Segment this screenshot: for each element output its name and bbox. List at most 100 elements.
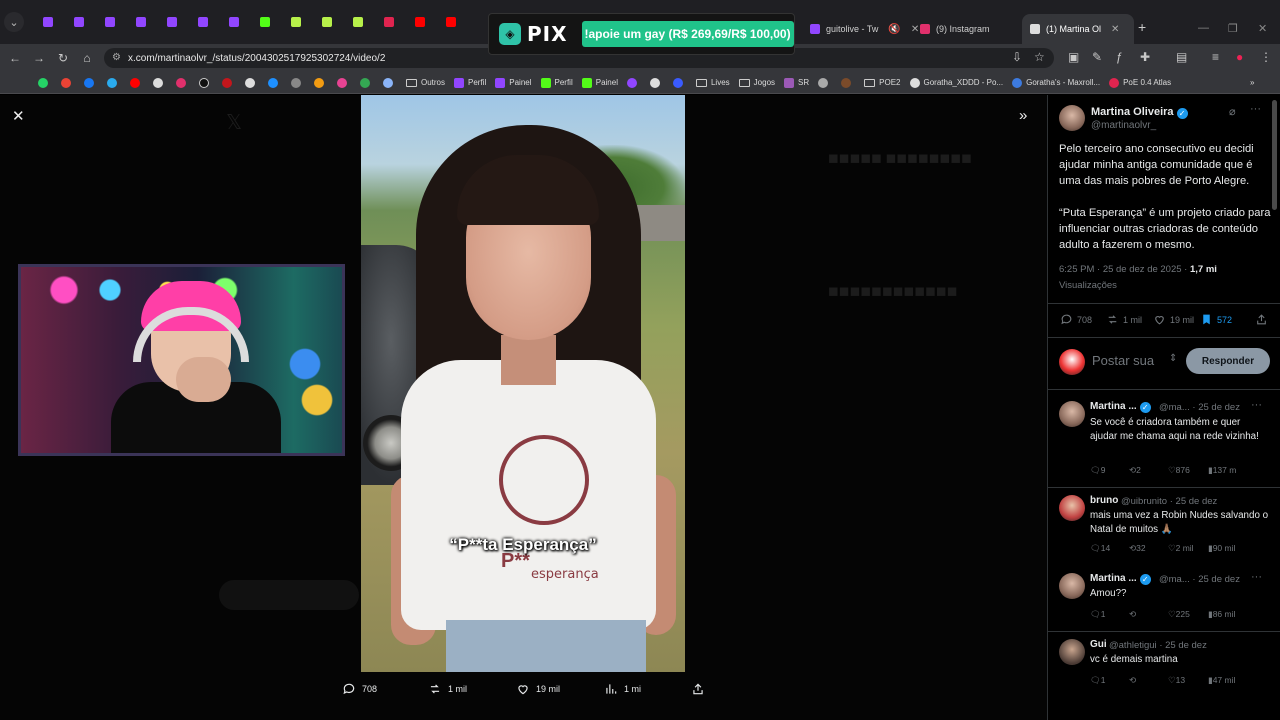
pinned-tab[interactable] — [435, 8, 466, 36]
bookmark-game2[interactable] — [841, 77, 855, 88]
post-time[interactable]: 6:25 PM · 25 de dez de 2025 · — [1059, 264, 1190, 275]
bookmark-obs[interactable] — [649, 77, 664, 88]
avatar[interactable] — [1059, 401, 1085, 427]
reply-likes[interactable]: ♡ 876 — [1168, 465, 1190, 476]
bookmark-telegram[interactable] — [107, 77, 121, 88]
install-icon[interactable]: ⇩ — [1012, 50, 1022, 64]
avatar[interactable] — [1059, 349, 1085, 375]
close-window-icon[interactable]: ✕ — [1258, 22, 1267, 35]
menu-icon[interactable]: ⋮ — [1260, 50, 1272, 64]
bookmark-folder-poe2[interactable]: POE2 — [864, 78, 901, 87]
reply-item[interactable]: Martina ... ✓ @ma... · 25 de dez ··· Se v… — [1048, 397, 1280, 483]
tab-twitch[interactable]: guitolive - Tw 🔇 ✕ — [802, 14, 927, 44]
reply-reposts[interactable]: ⟲ — [1129, 675, 1136, 686]
pinned-tab[interactable] — [373, 8, 404, 36]
bookmark-mail[interactable] — [291, 77, 305, 88]
reply-views[interactable]: ▮ 90 mil — [1208, 543, 1235, 554]
pinned-tab[interactable] — [218, 8, 249, 36]
bookmark-painel[interactable]: Painel — [495, 77, 532, 88]
avatar[interactable] — [1059, 105, 1085, 131]
tab-search-chevron-icon[interactable]: ⌄ — [4, 12, 24, 32]
reply-item[interactable]: Gui @athletigui · 25 de dez vc é demais … — [1048, 637, 1280, 697]
reply-likes[interactable]: ♡ 2 mil — [1168, 543, 1194, 554]
reply-item[interactable]: Martina ... ✓ @ma... · 25 de dez ··· Amou… — [1048, 569, 1280, 625]
avatar[interactable] — [1059, 573, 1085, 599]
repost-action[interactable]: 1 mil — [428, 682, 467, 696]
reply-author[interactable]: Gui — [1090, 639, 1107, 650]
avatar[interactable] — [1059, 495, 1085, 521]
bookmark-red[interactable] — [222, 77, 236, 88]
pinned-tab[interactable] — [342, 8, 373, 36]
bookmark-steam[interactable] — [245, 77, 259, 88]
bookmark-instagram[interactable] — [176, 77, 190, 88]
video-player[interactable]: P** esperança “P**ta Esperança” — [361, 95, 685, 672]
bookmark-facebook[interactable] — [84, 77, 98, 88]
tab-x-active[interactable]: (1) Martina Ol ✕ — [1022, 14, 1134, 44]
bookmark-sr[interactable]: SR — [784, 77, 809, 88]
bookmark-streamlabs[interactable] — [672, 77, 687, 88]
close-tab-icon[interactable]: ✕ — [1111, 24, 1119, 35]
bookmark-perfil[interactable]: Perfil — [454, 77, 486, 88]
reply-replies[interactable]: 🗨 1 — [1090, 675, 1106, 686]
like-stat[interactable]: 19 mil — [1153, 313, 1194, 326]
pen-icon[interactable]: ✎ — [1092, 50, 1102, 64]
bookmark-maxroll[interactable]: Goratha's - Maxroll... — [1012, 77, 1100, 88]
bookmark-goratha[interactable]: Goratha_XDDD - Po... — [909, 77, 1003, 88]
extension-icon[interactable]: ▣ — [1068, 50, 1079, 64]
close-viewer-icon[interactable]: ✕ — [12, 107, 25, 125]
share-action[interactable] — [691, 682, 711, 696]
author-name[interactable]: Martina Oliveira ✓ — [1091, 106, 1188, 119]
bookmark-folder-jogos[interactable]: Jogos — [738, 78, 775, 87]
forward-icon[interactable]: → — [27, 51, 51, 65]
bookmark-youtube[interactable] — [130, 77, 144, 88]
reply-reposts[interactable]: ⟲ 2 — [1129, 465, 1141, 476]
reply-input[interactable]: Postar sua — [1092, 353, 1154, 368]
bookmark-pink[interactable] — [337, 77, 351, 88]
author-handle[interactable]: @martinaolvr_ — [1091, 120, 1156, 131]
reply-reposts[interactable]: ⟲ — [1129, 609, 1136, 620]
sidepanel-icon[interactable]: ▤ — [1176, 50, 1187, 64]
reply-author[interactable]: Martina ... ✓ — [1090, 401, 1151, 413]
reply-author[interactable]: Martina ... ✓ — [1090, 573, 1151, 585]
sidebar-scrollbar[interactable] — [1272, 100, 1277, 210]
views-action[interactable]: 1 mi — [604, 682, 641, 696]
reply-replies[interactable]: 🗨 1 — [1090, 609, 1106, 620]
minimize-icon[interactable]: — — [1198, 22, 1209, 34]
expand-panel-icon[interactable]: » — [1019, 107, 1027, 124]
like-action[interactable]: 19 mil — [516, 682, 560, 696]
pinned-tab[interactable] — [249, 8, 280, 36]
reply-replies[interactable]: 🗨 9 — [1090, 465, 1106, 476]
media-icon[interactable]: ≡ — [1212, 50, 1219, 64]
puzzle-icon[interactable]: ✚ — [1140, 50, 1150, 64]
reply-views[interactable]: ▮ 47 mil — [1208, 675, 1235, 686]
bookmark-orange[interactable] — [314, 77, 328, 88]
reply-stat[interactable]: 708 — [1060, 313, 1092, 326]
bookmark-gmail[interactable] — [61, 77, 75, 88]
bookmark-tiktok[interactable] — [199, 77, 213, 88]
bookmark-folder-lives[interactable]: Lives — [695, 78, 730, 87]
back-icon[interactable]: ← — [3, 51, 27, 65]
new-tab-button[interactable]: + — [1138, 19, 1146, 35]
pinned-tab[interactable] — [63, 8, 94, 36]
resize-arrows-icon[interactable]: ⇕ — [1169, 353, 1177, 364]
bookmark-twitch[interactable] — [626, 77, 641, 88]
bookmark-sparkle[interactable] — [383, 77, 397, 88]
pinned-tab[interactable] — [32, 8, 63, 36]
bookmarks-overflow-icon[interactable]: » — [1250, 78, 1254, 87]
pinned-tab[interactable] — [156, 8, 187, 36]
bookmark-poe-atlas[interactable]: PoE 0.4 Atlas — [1109, 77, 1171, 88]
pinned-tab[interactable] — [187, 8, 218, 36]
bookmark-star-icon[interactable]: ☆ — [1034, 50, 1045, 64]
pinned-tab[interactable] — [125, 8, 156, 36]
reply-likes[interactable]: ♡ 225 — [1168, 609, 1190, 620]
grok-icon[interactable]: ⌀ — [1229, 105, 1236, 118]
reply-button[interactable]: Responder — [1186, 348, 1270, 374]
more-options-icon[interactable]: ··· — [1251, 399, 1262, 411]
reply-action[interactable]: 708 — [342, 682, 377, 696]
bookmark-whatsapp[interactable] — [38, 77, 52, 88]
pinned-tab[interactable] — [94, 8, 125, 36]
mute-icon[interactable]: 🔇 — [888, 24, 900, 35]
bookmark-game1[interactable] — [818, 77, 832, 88]
profile-avatar-icon[interactable]: ● — [1236, 50, 1243, 64]
reply-reposts[interactable]: ⟲ 32 — [1129, 543, 1146, 554]
